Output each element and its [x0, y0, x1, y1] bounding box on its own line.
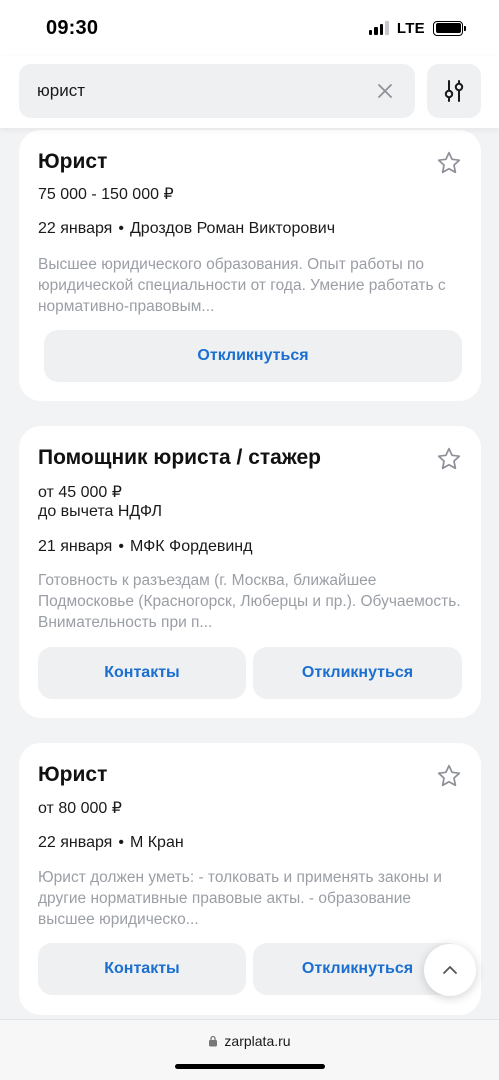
vacancy-meta: 22 января • М Кран	[38, 834, 184, 852]
chevron-up-icon	[443, 966, 457, 974]
search-header: юрист	[0, 56, 499, 128]
close-icon[interactable]	[373, 79, 397, 103]
meta-separator: •	[118, 220, 124, 237]
meta-separator: •	[118, 834, 124, 851]
vacancy-salary: от 80 000 ₽	[38, 800, 122, 817]
vacancy-salary: 75 000 - 150 000 ₽	[38, 186, 174, 203]
vacancy-date: 22 января	[38, 220, 113, 237]
vacancy-employer[interactable]: Дроздов Роман Викторович	[130, 220, 335, 237]
network-label: LTE	[396, 19, 425, 37]
filter-button[interactable]	[427, 64, 481, 118]
url-display[interactable]: zarplata.ru	[208, 1033, 291, 1049]
browser-url-bar[interactable]: zarplata.ru	[0, 1019, 499, 1080]
search-input[interactable]: юрист	[19, 64, 415, 118]
clock: 09:30	[46, 16, 99, 39]
star-outline-icon[interactable]	[436, 763, 462, 789]
home-indicator[interactable]	[174, 1064, 325, 1069]
status-indicators: LTE	[368, 19, 466, 37]
respond-button[interactable]: Откликнуться	[44, 330, 462, 382]
scroll-to-top-button[interactable]	[424, 944, 476, 996]
contacts-button[interactable]: Контакты	[38, 647, 246, 699]
respond-button[interactable]: Откликнуться	[253, 647, 462, 699]
meta-separator: •	[118, 538, 124, 555]
vacancy-title[interactable]: Юрист	[38, 150, 107, 174]
vacancy-description: Готовность к разъездам (г. Москва, ближа…	[38, 572, 461, 631]
lock-icon	[209, 1035, 218, 1047]
vacancy-card[interactable]: Юрист от 80 000 ₽ 22 января • М Кран Юрист…	[19, 743, 481, 1015]
vacancy-date: 21 января	[38, 538, 113, 555]
vacancy-description: Юрист должен уметь: - толковать и примен…	[38, 869, 442, 928]
filter-sliders-icon	[444, 80, 464, 102]
vacancy-employer[interactable]: МФК Фордевинд	[130, 538, 253, 555]
vacancy-salary-note: до вычета НДФЛ	[38, 503, 163, 520]
vacancy-description: Высшее юридического образования. Опыт ра…	[38, 256, 446, 315]
search-query[interactable]: юрист	[37, 81, 373, 101]
battery-icon	[433, 20, 466, 36]
url-text: zarplata.ru	[224, 1033, 291, 1049]
status-bar: 09:30 LTE	[0, 0, 499, 56]
star-outline-icon[interactable]	[436, 150, 462, 176]
vacancy-card[interactable]: Юрист 75 000 - 150 000 ₽ 22 января • Дрозд…	[19, 130, 481, 401]
vacancy-employer[interactable]: М Кран	[130, 834, 184, 851]
signal-icon	[368, 21, 389, 35]
vacancy-meta: 22 января • Дроздов Роман Викторович	[38, 220, 335, 238]
star-outline-icon[interactable]	[436, 446, 462, 472]
vacancy-title[interactable]: Юрист	[38, 763, 107, 787]
vacancy-card[interactable]: Помощник юриста / стажер от 45 000 ₽ до …	[19, 426, 481, 718]
vacancy-date: 22 января	[38, 834, 113, 851]
vacancy-title[interactable]: Помощник юриста / стажер	[38, 446, 321, 470]
vacancy-meta: 21 января • МФК Фордевинд	[38, 538, 252, 556]
vacancy-salary: от 45 000 ₽	[38, 484, 122, 501]
contacts-button[interactable]: Контакты	[38, 943, 246, 995]
